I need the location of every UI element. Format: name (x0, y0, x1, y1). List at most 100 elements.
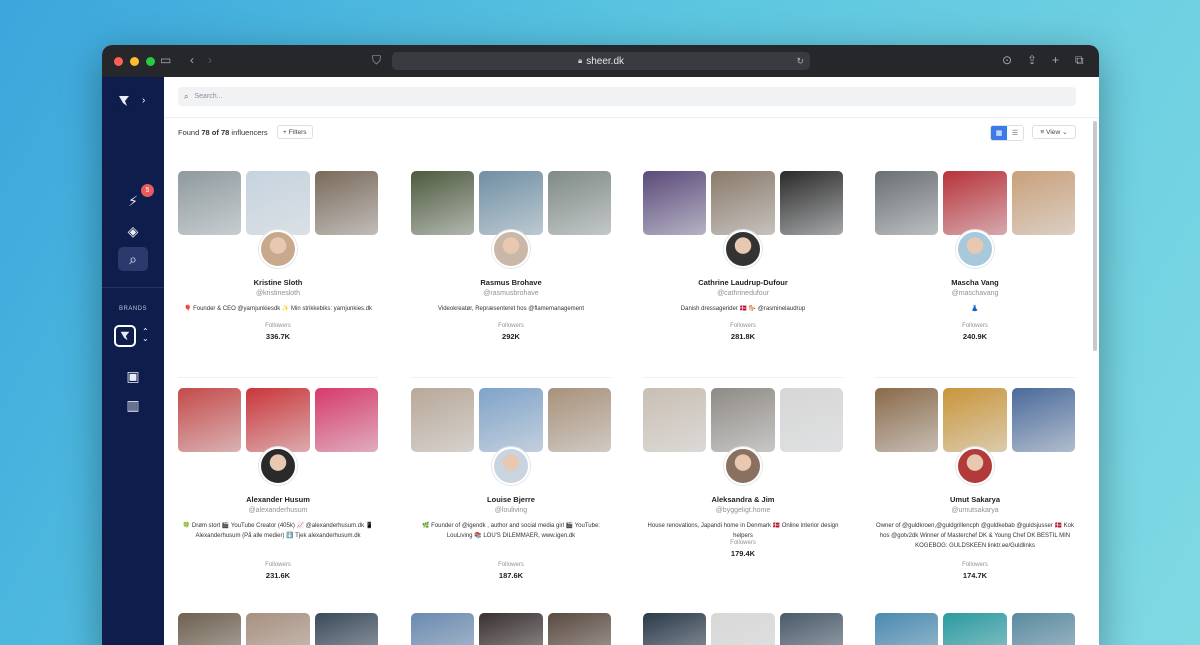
influencer-avatar[interactable] (956, 230, 994, 268)
post-thumbnail[interactable] (643, 171, 707, 235)
filters-label: Filters (288, 128, 307, 136)
post-thumbnail[interactable] (875, 388, 939, 452)
post-thumbnail[interactable] (314, 388, 378, 452)
share-icon[interactable]: ⇪ (1027, 53, 1037, 67)
influencer-avatar[interactable] (492, 447, 530, 485)
post-thumbnail[interactable] (246, 613, 310, 645)
new-tab-icon[interactable]: + (1052, 53, 1059, 67)
influencer-card[interactable]: Cathrine Laudrup-Dufour @cathrinedufour … (643, 171, 843, 371)
post-thumbnail[interactable] (711, 613, 775, 645)
post-thumbnail[interactable] (178, 388, 242, 452)
window-controls (114, 56, 155, 66)
post-thumbnail[interactable] (1011, 388, 1075, 452)
briefcase-icon[interactable]: ▣ (118, 364, 148, 388)
building-icon[interactable]: ▥ (118, 393, 148, 417)
reload-icon[interactable]: ↻ (796, 56, 804, 67)
post-thumbnail[interactable] (779, 613, 843, 645)
followers-count: 174.7K (962, 571, 988, 580)
influencer-card[interactable]: Alexander Husum @alexanderhusum 🍀 Drøm s… (178, 388, 378, 588)
brand-selector[interactable] (114, 325, 136, 347)
influencer-avatar[interactable] (492, 230, 530, 268)
influencer-name[interactable]: Umut Sakarya (875, 495, 1075, 504)
app-logo[interactable] (114, 91, 134, 111)
post-thumbnail[interactable] (411, 171, 475, 235)
maximize-window-button[interactable] (146, 56, 155, 66)
post-thumbnail[interactable] (643, 388, 707, 452)
list-view-icon[interactable]: ☰ (1007, 126, 1023, 140)
back-arrow-icon[interactable]: ‹ (190, 53, 194, 67)
influencer-name[interactable]: Mascha Vang (875, 278, 1075, 287)
influencer-name[interactable]: Aleksandra & Jim (643, 495, 843, 504)
influencer-bio: Videokreatør, Repræsenteret hos @flamema… (437, 306, 585, 312)
influencer-card[interactable]: Umut Sakarya @umutsakarya Owner of @guld… (875, 388, 1075, 588)
influencer-handle: @maschavang (951, 290, 999, 297)
post-thumbnail[interactable] (943, 171, 1007, 235)
address-bar[interactable]: 🔒︎ sheer.dk ↻ (392, 52, 810, 70)
influencer-card[interactable] (411, 613, 611, 645)
post-thumbnail[interactable] (479, 171, 543, 235)
influencer-name[interactable]: Cathrine Laudrup-Dufour (643, 278, 843, 287)
post-thumbnail[interactable] (547, 171, 611, 235)
post-thumbnails (411, 388, 611, 452)
post-thumbnail[interactable] (643, 613, 707, 645)
post-thumbnail[interactable] (875, 613, 939, 645)
post-thumbnail[interactable] (547, 388, 611, 452)
post-thumbnail[interactable] (479, 613, 543, 645)
influencer-card[interactable] (875, 613, 1075, 645)
post-thumbnail[interactable] (314, 613, 378, 645)
post-thumbnail[interactable] (943, 613, 1007, 645)
influencer-name[interactable]: Louise Bjerre (411, 495, 611, 504)
logo-icon (119, 96, 129, 106)
post-thumbnail[interactable] (779, 388, 843, 452)
post-thumbnail[interactable] (943, 388, 1007, 452)
influencer-avatar[interactable] (259, 447, 297, 485)
influencer-card[interactable]: Rasmus Brohave @rasmusbrohave Videokreat… (411, 171, 611, 371)
influencer-name[interactable]: Alexander Husum (178, 495, 378, 504)
influencer-avatar[interactable] (956, 447, 994, 485)
scrollbar[interactable] (1093, 121, 1097, 351)
search-input[interactable]: ⌕ Search... (178, 87, 1076, 106)
minimize-window-button[interactable] (130, 56, 139, 66)
post-thumbnail[interactable] (178, 171, 242, 235)
filters-button[interactable]: + Filters (277, 125, 313, 139)
post-thumbnail[interactable] (711, 171, 775, 235)
post-thumbnail[interactable] (246, 171, 310, 235)
influencer-avatar[interactable] (724, 447, 762, 485)
close-window-button[interactable] (114, 56, 123, 66)
app-sidebar: › ⚡︎ 5 ◈ ⌕ BRANDS ⌃⌄ ▣ ▥ ⋮ (102, 77, 164, 645)
forward-arrow-icon[interactable]: › (208, 53, 212, 67)
post-thumbnail[interactable] (314, 171, 378, 235)
layers-icon[interactable]: ◈ (118, 219, 148, 243)
post-thumbnail[interactable] (1011, 171, 1075, 235)
influencer-card[interactable] (643, 613, 843, 645)
shield-icon[interactable]: ⛉ (372, 53, 381, 68)
post-thumbnail[interactable] (779, 171, 843, 235)
search-nav-icon[interactable]: ⌕ (118, 247, 148, 271)
view-dropdown[interactable]: ≡ View ⌄ (1032, 125, 1076, 139)
grid-view-icon[interactable]: ▦ (991, 126, 1007, 140)
influencer-card[interactable]: Louise Bjerre @louliving 🌿 Founder of @i… (411, 388, 611, 588)
influencer-name[interactable]: Kristine Sloth (178, 278, 378, 287)
download-icon[interactable]: ⊙ (1002, 53, 1012, 67)
influencer-name[interactable]: Rasmus Brohave (411, 278, 611, 287)
influencer-card[interactable]: Aleksandra & Jim @byggeligt.home House r… (643, 388, 843, 588)
influencer-bio: 🍀 Drøm stort 🎬 YouTube Creator (405k) 📈 … (182, 523, 374, 539)
brand-switch-icon[interactable]: ⌃ ⌄ (142, 328, 149, 343)
influencer-card[interactable]: Kristine Sloth @kristinesloth 🎈 Founder … (178, 171, 378, 371)
influencer-avatar[interactable] (259, 230, 297, 268)
influencer-avatar[interactable] (724, 230, 762, 268)
tab-overview-icon[interactable]: ⧉ (1075, 53, 1084, 68)
influencer-card[interactable] (178, 613, 378, 645)
post-thumbnail[interactable] (479, 388, 543, 452)
post-thumbnail[interactable] (1011, 613, 1075, 645)
post-thumbnail[interactable] (547, 613, 611, 645)
influencer-card[interactable]: Mascha Vang @maschavang 👗 Followers 240.… (875, 171, 1075, 371)
post-thumbnail[interactable] (178, 613, 242, 645)
post-thumbnail[interactable] (246, 388, 310, 452)
expand-sidebar-icon[interactable]: › (142, 95, 145, 106)
post-thumbnail[interactable] (411, 613, 475, 645)
post-thumbnail[interactable] (711, 388, 775, 452)
post-thumbnail[interactable] (411, 388, 475, 452)
post-thumbnail[interactable] (875, 171, 939, 235)
sidebar-toggle-icon[interactable]: ▭ (160, 53, 171, 67)
